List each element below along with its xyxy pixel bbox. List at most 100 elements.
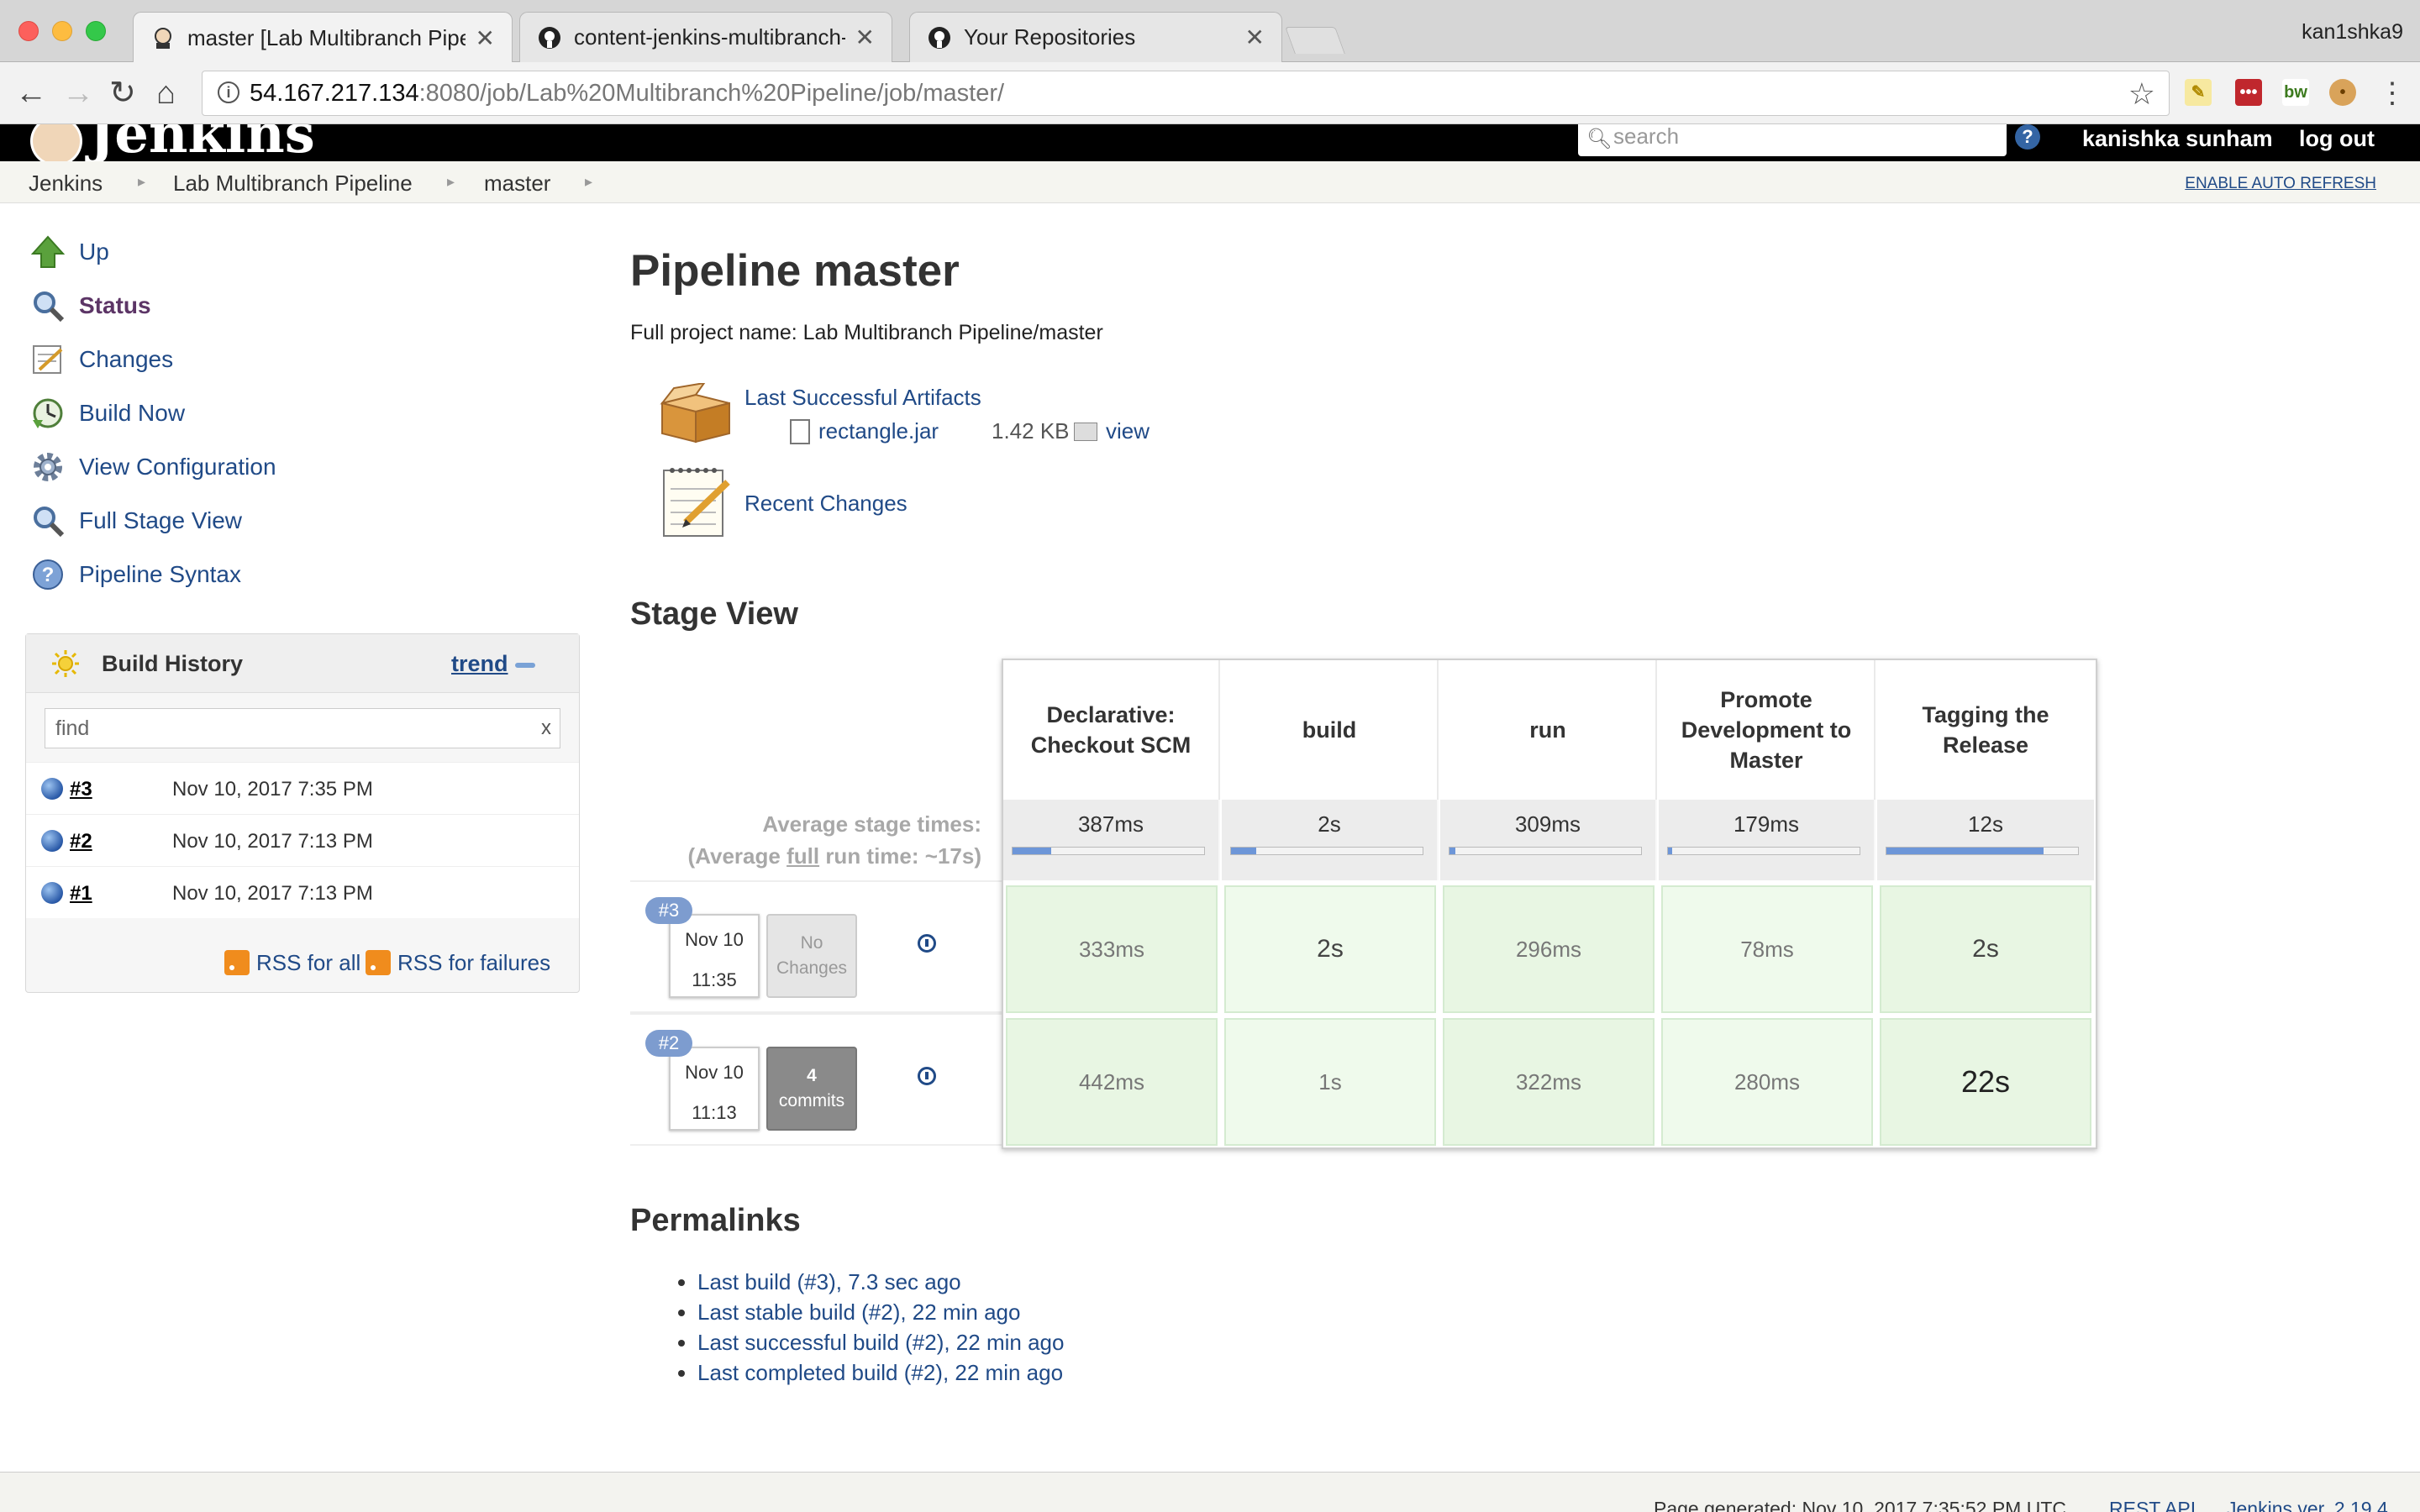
clear-find-icon[interactable]: x [541, 709, 551, 748]
new-tab-button[interactable] [1285, 27, 1345, 54]
jenkins-logo[interactable]: Jenkins [89, 124, 315, 161]
build-date[interactable]: Nov 10, 2017 7:13 PM [172, 882, 373, 906]
breadcrumb-jenkins[interactable]: Jenkins [29, 171, 103, 197]
sidebar-item-up[interactable]: Up [30, 232, 109, 272]
collapse-icon[interactable] [515, 663, 535, 668]
sidebar-item-pipeline-syntax[interactable]: ? Pipeline Syntax [30, 554, 241, 595]
blue-ball-status-icon[interactable] [41, 830, 63, 852]
rest-api-link[interactable]: REST API [2109, 1498, 2196, 1512]
info-icon[interactable]: i [218, 81, 239, 103]
browser-tab-jenkins[interactable]: master [Lab Multibranch Pipeli ✕ [133, 12, 513, 63]
window-minimize-button[interactable] [52, 21, 72, 41]
enable-auto-refresh-link[interactable]: ENABLE AUTO REFRESH [2185, 175, 2376, 193]
breadcrumb-chevron-icon[interactable]: ▸ [138, 173, 145, 191]
breadcrumb-master[interactable]: master [484, 171, 550, 197]
stage-cell[interactable]: 1s [1224, 1018, 1436, 1146]
sidebar-item-label[interactable]: Status [79, 292, 151, 319]
address-bar[interactable]: i 54.167.217.134:8080/job/Lab%20Multibra… [202, 71, 2170, 116]
build-number-link[interactable]: #3 [70, 778, 92, 801]
breadcrumb-lab-multibranch-pipeline[interactable]: Lab Multibranch Pipeline [173, 171, 413, 197]
sidebar-item-label[interactable]: View Configuration [79, 454, 276, 480]
stage-cell[interactable]: 2s [1880, 885, 2091, 1013]
rss-failures-link[interactable]: RSS for failures [366, 948, 550, 977]
rss-icon [224, 950, 250, 975]
permalink-last-successful-build[interactable]: Last successful build (#2), 22 min ago [697, 1330, 1064, 1355]
stage-cell[interactable]: 442ms [1006, 1018, 1218, 1146]
artifact-link[interactable]: rectangle.jar [818, 418, 939, 444]
build-history-find-input[interactable]: find x [45, 708, 560, 748]
trend-link[interactable]: trend [451, 651, 508, 677]
sidebar-item-changes[interactable]: Changes [30, 339, 173, 380]
sidebar-item-build-now[interactable]: Build Now [30, 393, 185, 433]
build-history-header: Build History trend [26, 634, 579, 693]
changes-box[interactable]: 4 commits [766, 1047, 857, 1131]
extension-bw-icon[interactable]: bw [2282, 79, 2309, 106]
build-number-badge[interactable]: #3 [645, 897, 692, 924]
build-number-badge[interactable]: #2 [645, 1030, 692, 1057]
recent-changes-link[interactable]: Recent Changes [744, 491, 908, 517]
bookmark-star-icon[interactable]: ☆ [2128, 76, 2155, 112]
window-zoom-button[interactable] [86, 21, 106, 41]
reload-icon[interactable]: ↻ [109, 77, 136, 109]
blue-ball-status-icon[interactable] [41, 882, 63, 904]
build-date-box[interactable]: Nov 10 11:35 [669, 914, 760, 998]
stage-cell[interactable]: 280ms [1661, 1018, 1873, 1146]
extension-notes-icon[interactable]: ✎ [2185, 79, 2212, 106]
tab-close-icon[interactable]: ✕ [476, 24, 495, 52]
logout-link[interactable]: log out [2299, 126, 2375, 152]
stage-cell[interactable]: 296ms [1443, 885, 1655, 1013]
browser-profile-name[interactable]: kan1shka9 [2302, 20, 2403, 45]
build-number-link[interactable]: #2 [70, 830, 92, 853]
build-number-link[interactable]: #1 [70, 882, 92, 906]
sidebar-item-view-configuration[interactable]: View Configuration [30, 447, 276, 487]
jenkins-butler-logo[interactable] [30, 124, 82, 161]
artifact-view-link[interactable]: view [1106, 418, 1150, 444]
back-arrow-icon[interactable]: ← [15, 77, 47, 109]
user-link[interactable]: kanishka sunham [2082, 126, 2273, 152]
browser-menu-icon[interactable]: ⋮ [2378, 77, 2407, 109]
browser-tab-github-repo[interactable]: content-jenkins-multibranch-p ✕ [519, 12, 892, 62]
search-input[interactable]: 🔍︎ search [1578, 124, 2007, 156]
browser-tab-your-repositories[interactable]: Your Repositories ✕ [909, 12, 1282, 62]
forward-arrow-icon[interactable]: → [62, 77, 94, 109]
window-close-button[interactable] [18, 21, 39, 41]
build-date[interactable]: Nov 10, 2017 7:35 PM [172, 778, 373, 801]
stage-cell[interactable]: 22s [1880, 1018, 2091, 1146]
download-logs-icon[interactable] [918, 934, 936, 953]
tab-close-icon[interactable]: ✕ [1245, 24, 1265, 51]
gear-icon [30, 449, 66, 485]
rss-failures-label[interactable]: RSS for failures [397, 950, 550, 976]
full-run-link[interactable]: full [786, 843, 819, 869]
help-icon[interactable]: ? [2015, 124, 2040, 150]
sidebar-item-label[interactable]: Pipeline Syntax [79, 561, 241, 588]
last-successful-artifacts-link[interactable]: Last Successful Artifacts [744, 385, 981, 411]
stage-cell[interactable]: 333ms [1006, 885, 1218, 1013]
sidebar-item-label[interactable]: Up [79, 239, 109, 265]
permalink-last-completed-build[interactable]: Last completed build (#2), 22 min ago [697, 1360, 1063, 1385]
blue-ball-status-icon[interactable] [41, 778, 63, 800]
rss-all-link[interactable]: RSS for all [224, 948, 360, 977]
sidebar-item-label[interactable]: Changes [79, 346, 173, 373]
download-logs-icon[interactable] [918, 1067, 936, 1085]
extension-lastpass-icon[interactable]: ••• [2235, 79, 2262, 106]
stage-cell[interactable]: 2s [1224, 885, 1436, 1013]
build-date-box[interactable]: Nov 10 11:13 [669, 1047, 760, 1131]
permalink-last-build[interactable]: Last build (#3), 7.3 sec ago [697, 1269, 961, 1294]
breadcrumb-chevron-icon[interactable]: ▸ [447, 173, 455, 191]
jenkins-version-link[interactable]: Jenkins ver. 2.19.4 [2227, 1498, 2388, 1512]
sidebar-item-label[interactable]: Full Stage View [79, 507, 242, 534]
extension-cookie-icon[interactable]: • [2329, 79, 2356, 106]
rss-all-label[interactable]: RSS for all [256, 950, 360, 976]
tab-close-icon[interactable]: ✕ [855, 24, 875, 51]
sidebar-item-label[interactable]: Build Now [79, 400, 185, 427]
permalink-last-stable-build[interactable]: Last stable build (#2), 22 min ago [697, 1299, 1020, 1325]
sidebar-item-status[interactable]: Status [30, 286, 151, 326]
list-item: Last successful build (#2), 22 min ago [697, 1327, 1064, 1357]
stage-cell[interactable]: 322ms [1443, 1018, 1655, 1146]
breadcrumb-chevron-icon[interactable]: ▸ [585, 173, 592, 191]
stage-cell[interactable]: 78ms [1661, 885, 1873, 1013]
stage-average-bar [1449, 847, 1642, 855]
build-date[interactable]: Nov 10, 2017 7:13 PM [172, 830, 373, 853]
sidebar-item-full-stage-view[interactable]: Full Stage View [30, 501, 242, 541]
home-icon[interactable]: ⌂ [156, 77, 176, 109]
